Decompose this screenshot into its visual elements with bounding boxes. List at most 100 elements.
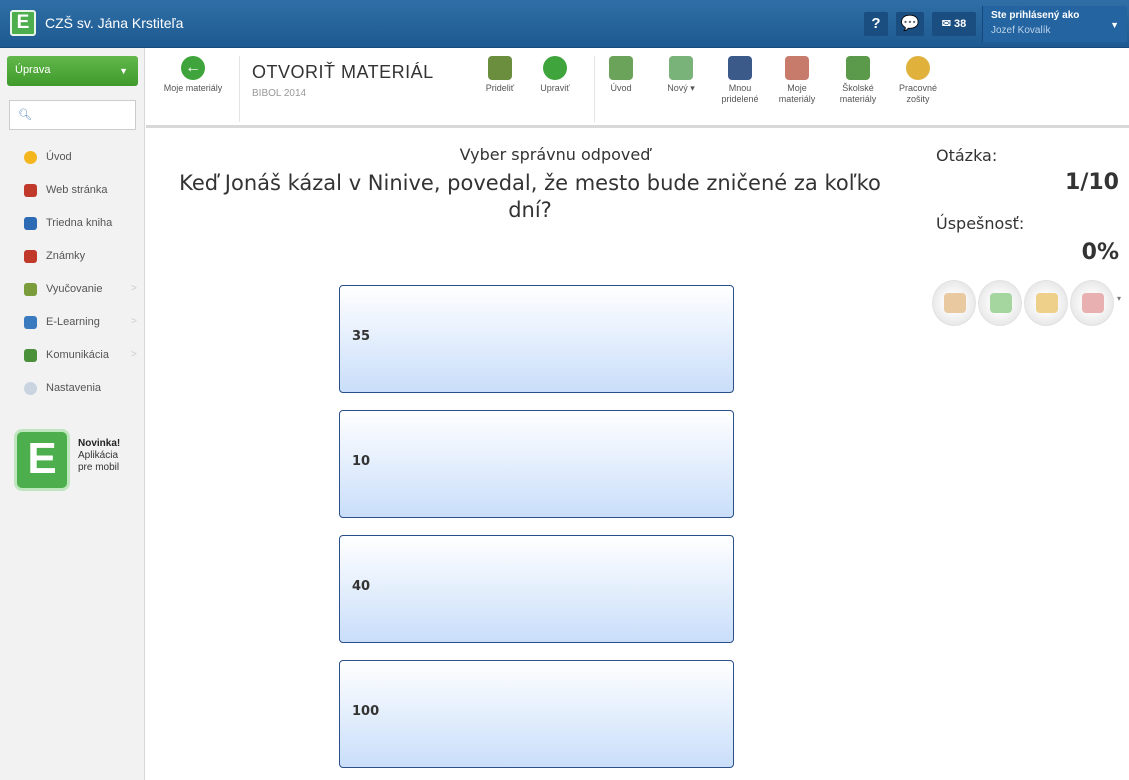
grades-icon	[24, 250, 37, 263]
pen-icon	[24, 217, 37, 230]
books-icon	[24, 184, 37, 197]
question-counter: 1/10	[1065, 170, 1119, 195]
hand-icon	[24, 283, 37, 296]
chevron-right-icon: >	[131, 283, 137, 294]
chat-icon: 💬	[900, 15, 920, 32]
divider	[594, 56, 595, 122]
assign-button[interactable]: Prideliť	[480, 54, 520, 122]
sidebar: Úprava ▼ 🔍︎ Úvod Web stránka Triedna kni…	[0, 48, 145, 780]
assign-person-icon	[488, 56, 512, 80]
sidebar-item-label: Web stránka	[46, 184, 108, 196]
sidebar-item-nastavenia[interactable]: Nastavenia	[0, 378, 145, 400]
chevron-right-icon: >	[131, 349, 137, 360]
mail-count: 38	[954, 18, 967, 30]
success-rate: 0%	[1081, 240, 1119, 265]
promo-text: Aplikácia	[78, 450, 119, 461]
mail-icon: ✉	[941, 18, 951, 30]
sidebar-item-label: Úvod	[46, 151, 72, 163]
top-bar: E CZŠ sv. Jána Krstiteľa ? 💬 ✉ 38 Ste pr…	[0, 0, 1129, 48]
medal-icon	[906, 56, 930, 80]
answer-option-3[interactable]: 40	[339, 535, 734, 643]
back-to-materials-button[interactable]: ← Moje materiály	[152, 54, 234, 122]
user-menu[interactable]: Ste prihlásený ako Jozef Kovalík ▼	[982, 6, 1127, 42]
hands-icon	[1082, 293, 1104, 313]
chevron-right-icon: >	[131, 316, 137, 327]
fifty-fifty-icon	[1036, 293, 1058, 313]
settings-icon	[24, 382, 37, 395]
intro-button[interactable]: Úvod	[606, 54, 636, 122]
people-icon	[24, 349, 37, 362]
sidebar-item-znamky[interactable]: Známky	[0, 246, 145, 268]
new-material-icon	[669, 56, 693, 80]
school-icon	[846, 56, 870, 80]
teacher-icon	[728, 56, 752, 80]
intro-label: Úvod	[610, 83, 632, 93]
sidebar-item-web[interactable]: Web stránka	[0, 180, 145, 202]
lifeline-screen[interactable]	[978, 280, 1022, 326]
back-label: Moje materiály	[163, 83, 223, 93]
chevron-down-icon: ▾	[690, 83, 695, 93]
edit-icon	[543, 56, 567, 80]
new-label: Nový ▾	[667, 83, 695, 93]
sidebar-item-komunikacia[interactable]: Komunikácia >	[0, 345, 145, 367]
sidebar-item-label: Nastavenia	[46, 382, 102, 394]
sidebar-item-label: E-Learning	[46, 316, 100, 328]
sidebar-item-label: Triedna kniha	[46, 217, 113, 229]
success-rate-label: Úspešnosť:	[936, 214, 1025, 233]
promo-text: pre mobil	[78, 462, 120, 473]
chevron-down-icon: ▼	[119, 66, 128, 76]
search-icon: 🔍︎	[18, 109, 32, 121]
chevron-down-icon: ▼	[1110, 20, 1119, 30]
toolbar: ← Moje materiály OTVORIŤ MATERIÁL BIBOL …	[146, 48, 1129, 128]
answer-option-1[interactable]: 35	[339, 285, 734, 393]
edit-label: Upraviť	[540, 83, 570, 93]
lifeline-more[interactable]	[1070, 280, 1114, 326]
quiz-instruction: Vyber správnu odpoveď	[459, 145, 651, 164]
promo-title: Novinka!	[78, 438, 121, 449]
sidebar-item-vyucovanie[interactable]: Vyučovanie >	[0, 279, 145, 301]
assigned-by-me-button[interactable]: Mnou pridelené	[716, 54, 764, 122]
app-title[interactable]: CZŠ sv. Jána Krstiteľa	[45, 15, 183, 31]
lifelines: ▾	[932, 280, 1124, 326]
edupage-app-icon: E	[14, 429, 70, 491]
edit-dropdown-label: Úprava	[15, 64, 51, 76]
computer-icon	[609, 56, 633, 80]
sidebar-item-label: Vyučovanie	[46, 283, 103, 295]
lifeline-fifty-fifty[interactable]	[1024, 280, 1068, 326]
elearning-icon	[24, 316, 37, 329]
star-icon	[24, 151, 37, 164]
arrow-left-icon: ←	[181, 56, 205, 80]
chat-button[interactable]: 💬	[896, 12, 924, 36]
school-materials-button[interactable]: Školské materiály	[832, 54, 884, 122]
help-button[interactable]: ?	[864, 12, 888, 36]
search-input[interactable]: 🔍︎	[9, 100, 136, 130]
lifeline-audience[interactable]	[932, 280, 976, 326]
mail-button[interactable]: ✉ 38	[932, 12, 976, 36]
edit-dropdown[interactable]: Úprava ▼	[7, 56, 138, 86]
workbooks-button[interactable]: Pracovné zošity	[892, 54, 944, 122]
sidebar-item-elearning[interactable]: E-Learning >	[0, 312, 145, 334]
answer-option-4[interactable]: 100	[339, 660, 734, 768]
sidebar-item-label: Známky	[46, 250, 86, 262]
divider	[239, 56, 240, 122]
my-materials-button[interactable]: Moje materiály	[772, 54, 822, 122]
new-button[interactable]: Nový ▾	[656, 54, 706, 122]
sidebar-item-label: Komunikácia	[46, 349, 109, 361]
answer-option-2[interactable]: 10	[339, 410, 734, 518]
page-title: OTVORIŤ MATERIÁL	[252, 62, 434, 82]
chevron-down-icon[interactable]: ▾	[1117, 294, 1121, 303]
books-icon	[785, 56, 809, 80]
edit-button[interactable]: Upraviť	[532, 54, 578, 122]
user-label: Ste prihlásený ako	[991, 10, 1080, 21]
edupage-logo[interactable]: E	[10, 10, 36, 36]
sidebar-item-triedna-kniha[interactable]: Triedna kniha	[0, 213, 145, 235]
question-counter-label: Otázka:	[936, 146, 998, 165]
audience-icon	[944, 293, 966, 313]
screen-icon	[990, 293, 1012, 313]
page-subtitle: BIBOL 2014	[252, 88, 307, 99]
assign-label: Prideliť	[485, 83, 515, 93]
quiz-question: Keď Jonáš kázal v Ninive, povedal, že me…	[179, 171, 881, 222]
user-name: Jozef Kovalík	[991, 25, 1051, 36]
mobile-app-promo[interactable]: E Novinka! Aplikácia pre mobil	[14, 429, 139, 491]
sidebar-item-uvod[interactable]: Úvod	[0, 147, 145, 169]
